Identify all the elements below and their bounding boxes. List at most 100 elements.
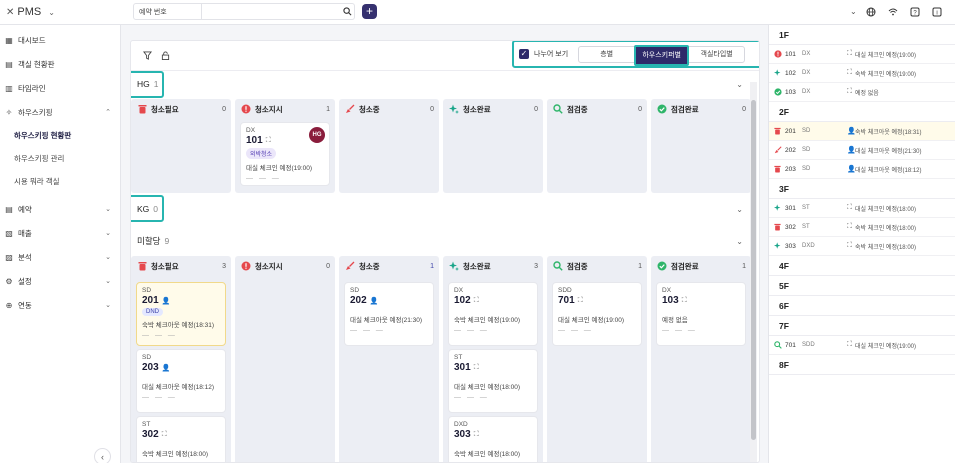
chevron-down-icon[interactable]: ⌄ xyxy=(850,7,857,16)
room-schedule: 숙박 체크인 예정(18:00) xyxy=(855,225,916,232)
expand-icon: ⛶ xyxy=(473,430,479,438)
sparkle-icon xyxy=(773,69,782,78)
split-view-checkbox[interactable]: ✓ xyxy=(519,49,529,59)
floor-header[interactable]: 7F xyxy=(769,316,955,336)
room-type: DX xyxy=(802,70,811,76)
receipt-icon: ▧ xyxy=(5,228,13,238)
un-column-cleaning: 청소중 1 SD 202 👤 대실 체크아웃 예정(21:30) — — — xyxy=(339,256,439,462)
occupancy-icon: ⛶ xyxy=(847,88,852,95)
group-header-unassigned[interactable]: 미할당 9 ⌄ xyxy=(131,230,759,252)
floor-header[interactable]: 4F xyxy=(769,256,955,276)
room-schedule: 예정 없음 xyxy=(855,90,879,97)
link-icon: ⊕ xyxy=(5,300,13,310)
room-number: 301 xyxy=(454,362,471,373)
room-placeholder: — — — xyxy=(142,332,177,339)
floor-room-row[interactable]: 203 SD 👤 대실 체크아웃 예정(18:12) xyxy=(769,160,955,179)
sidebar-item-housekeeping[interactable]: ✧ 하우스키핑 ⌃ xyxy=(0,100,120,124)
sidebar-item-room-status[interactable]: ▤ 객실 현황판 xyxy=(0,52,120,76)
floor-header[interactable]: 5F xyxy=(769,276,955,296)
floor-header[interactable]: 6F xyxy=(769,296,955,316)
room-card[interactable]: DX 101 ⛶ 외박청소 대실 체크인 예정(19:00) — — — HG xyxy=(240,122,330,186)
sidebar-item-dashboard[interactable]: ▦ 대시보드 xyxy=(0,28,120,52)
chevron-down-icon[interactable]: ⌄ xyxy=(736,237,743,246)
room-type: DXD xyxy=(454,421,468,428)
lock-icon[interactable] xyxy=(160,50,170,60)
segment-by-housekeeper[interactable]: 하우스키퍼별 xyxy=(634,44,690,66)
room-card[interactable]: DX 102 ⛶ 숙박 체크인 예정(19:00) — — — xyxy=(448,282,538,346)
info-icon[interactable]: i xyxy=(931,6,943,18)
room-placeholder: — — — xyxy=(350,327,385,334)
search-input[interactable] xyxy=(202,4,340,19)
group-header-hg[interactable]: HG 1 ⌄ xyxy=(131,73,759,95)
sidebar-subitem-hk-board[interactable]: 하우스키핑 현황판 xyxy=(0,124,120,147)
sidebar-item-analysis[interactable]: ▨ 분석 ⌄ xyxy=(0,245,120,269)
floor-room-row[interactable]: 303 DXD ⛶ 숙박 체크인 예정(18:00) xyxy=(769,237,955,256)
search-icon[interactable] xyxy=(340,7,354,16)
floor-room-row[interactable]: 102 DX ⛶ 숙박 체크인 예정(19:00) xyxy=(769,64,955,83)
trash-icon xyxy=(137,261,147,271)
room-number: 302 xyxy=(142,429,159,440)
floor-room-row[interactable]: 202 SD 👤 대실 체크아웃 예정(21:30) xyxy=(769,141,955,160)
app-logo-icon: ✕ xyxy=(6,6,15,18)
room-schedule: 숙박 체크인 예정(18:00) xyxy=(454,451,521,458)
segment-by-room-type[interactable]: 객실타입별 xyxy=(689,47,744,62)
sidebar-subitem-extra[interactable]: 시용 뭐라 객실 xyxy=(0,170,120,193)
un-column-cleaning-ordered: 청소지시 0 xyxy=(235,256,335,462)
room-number: 103 xyxy=(662,295,679,306)
globe-icon[interactable] xyxy=(865,6,877,18)
room-card[interactable]: SD 202 👤 대실 체크아웃 예정(21:30) — — — xyxy=(344,282,434,346)
chevron-down-icon[interactable]: ⌄ xyxy=(736,80,743,89)
sidebar-item-integration[interactable]: ⊕ 연동 ⌄ xyxy=(0,293,120,317)
room-type: SD xyxy=(802,147,811,153)
help-icon[interactable]: ? xyxy=(909,6,921,18)
floor-header[interactable]: 8F xyxy=(769,355,955,375)
segment-by-floor[interactable]: 층별 xyxy=(579,47,634,62)
floor-room-row[interactable]: 301 ST ⛶ 대실 체크인 예정(18:00) xyxy=(769,199,955,218)
room-card[interactable]: SD 203 👤 대실 체크아웃 예정(18:12) — — — xyxy=(136,349,226,413)
sidebar-collapse-button[interactable]: ‹ xyxy=(94,448,111,463)
room-card[interactable]: SDD 701 ⛶ 대실 체크인 예정(19:00) — — — xyxy=(552,282,642,346)
room-card[interactable]: ST 302 ⛶ 숙박 체크인 예정(18:00) xyxy=(136,416,226,462)
sidebar-item-settings[interactable]: ⚙ 설정 ⌄ xyxy=(0,269,120,293)
floor-room-row[interactable]: 302 ST ⛶ 숙박 체크인 예정(18:00) xyxy=(769,218,955,237)
floor-room-row[interactable]: 701 SDD ⛶ 대실 체크인 예정(19:00) xyxy=(769,336,955,355)
column-label: 청소완료 xyxy=(463,261,491,271)
trash-icon xyxy=(773,165,782,174)
room-card[interactable]: ST 301 ⛶ 대실 체크인 예정(18:00) — — — xyxy=(448,349,538,413)
hg-column-cleaned: 청소완료 0 xyxy=(443,99,543,193)
wifi-icon[interactable] xyxy=(887,6,899,18)
chevron-down-icon: ⌄ xyxy=(105,230,111,237)
floor-header[interactable]: 2F xyxy=(769,102,955,122)
room-type: SDD xyxy=(802,342,815,348)
room-card[interactable]: DXD 303 ⛶ 숙박 체크인 예정(18:00) xyxy=(448,416,538,462)
sidebar-subitem-hk-manage[interactable]: 하우스키핑 관리 xyxy=(0,147,120,170)
sidebar-item-sales[interactable]: ▧ 매출 ⌄ xyxy=(0,221,120,245)
floor-room-row[interactable]: 103 DX ⛶ 예정 없음 xyxy=(769,83,955,102)
chevron-down-icon[interactable]: ⌄ xyxy=(736,205,743,214)
hg-column-cleaning-ordered: 청소지시 1 DX 101 ⛶ 외박청소 대실 체크인 예정(19:00) — —… xyxy=(235,99,335,193)
filter-icon[interactable] xyxy=(142,50,152,60)
floor-room-row[interactable]: 101 DX ⛶ 대실 체크인 예정(19:00) xyxy=(769,45,955,64)
sidebar-item-label: 하우스키핑 xyxy=(18,107,53,117)
person-icon: 👤 xyxy=(161,297,171,305)
sidebar-item-timeline[interactable]: ▥ 타임라인 xyxy=(0,76,120,100)
search-type-select[interactable]: 예약 번호 xyxy=(134,4,202,19)
column-label: 청소필요 xyxy=(151,104,179,114)
scrollbar-thumb[interactable] xyxy=(751,100,756,440)
floor-header[interactable]: 3F xyxy=(769,179,955,199)
floor-header[interactable]: 1F xyxy=(769,25,955,45)
kg-highlight xyxy=(131,195,164,222)
room-card[interactable]: DX 103 ⛶ 예정 없음 — — — xyxy=(656,282,746,346)
sidebar-item-reservation[interactable]: ▤ 예약 ⌄ xyxy=(0,197,120,221)
floor-room-row[interactable]: 201 SD 👤 숙박 체크아웃 예정(18:31) xyxy=(769,122,955,141)
group-header-kg[interactable]: KG 0 ⌄ xyxy=(131,198,759,220)
column-count: 1 xyxy=(742,262,746,270)
room-type: ST xyxy=(802,205,810,211)
board-scrollbar[interactable] xyxy=(750,82,757,462)
room-placeholder: — — — xyxy=(454,394,489,401)
room-schedule: 숙박 체크인 예정(19:00) xyxy=(454,317,521,324)
avatar[interactable]: HG xyxy=(309,127,325,143)
add-reservation-button[interactable]: + xyxy=(362,4,377,19)
app-logo[interactable]: ✕ PMS ⌄ xyxy=(6,6,55,18)
room-card[interactable]: SD 201 👤 DND 숙박 체크아웃 예정(18:31) — — — xyxy=(136,282,226,346)
